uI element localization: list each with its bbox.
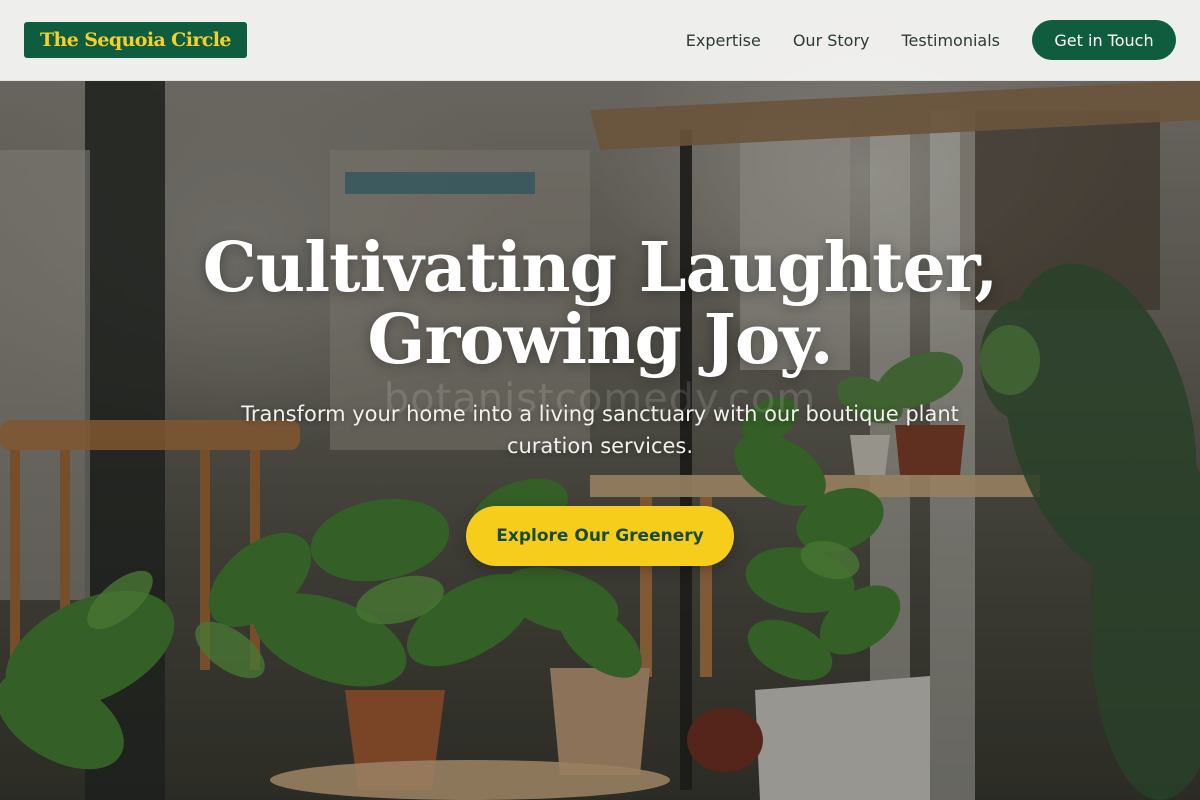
nav-link-our-story[interactable]: Our Story [793, 31, 870, 50]
main-nav: Expertise Our Story Testimonials Get in … [686, 20, 1176, 60]
hero-title-line-1: Cultivating Laughter, [202, 228, 999, 308]
explore-greenery-button[interactable]: Explore Our Greenery [466, 506, 734, 566]
hero-title: Cultivating Laughter, Growing Joy. [0, 232, 1200, 376]
get-in-touch-button[interactable]: Get in Touch [1032, 20, 1176, 60]
hero-content: Cultivating Laughter, Growing Joy. Trans… [0, 232, 1200, 566]
hero-title-line-2: Growing Joy. [367, 300, 833, 380]
site-header: The Sequoia Circle Expertise Our Story T… [0, 0, 1200, 81]
nav-link-testimonials[interactable]: Testimonials [902, 31, 1001, 50]
hero-subtitle: Transform your home into a living sanctu… [241, 402, 959, 458]
nav-link-expertise[interactable]: Expertise [686, 31, 761, 50]
site-logo[interactable]: The Sequoia Circle [24, 22, 247, 58]
